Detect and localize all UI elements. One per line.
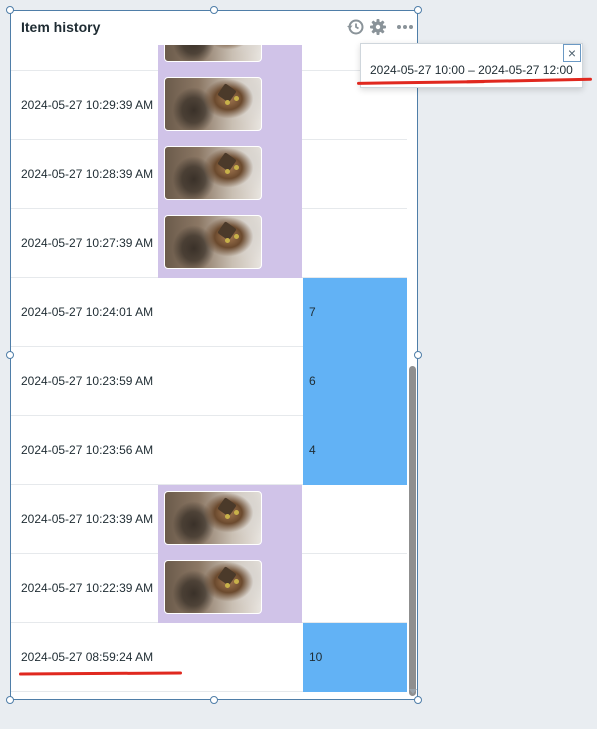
image-value-cell xyxy=(158,209,302,278)
resize-handle-bottom-right[interactable] xyxy=(414,696,422,704)
widget-title: Item history xyxy=(21,19,101,35)
numeric-value: 10 xyxy=(309,650,323,664)
cat-thumbnail-image[interactable] xyxy=(164,560,262,614)
resize-handle-top-right[interactable] xyxy=(414,6,422,14)
table-row: 2024-05-27 10:23:56 AM 4 xyxy=(11,416,407,485)
table-row: 2024-05-27 10:23:39 AM xyxy=(11,485,407,554)
row-timestamp: 2024-05-27 10:22:39 AM xyxy=(21,581,154,595)
numeric-value-cell: 7 xyxy=(303,278,407,347)
row-timestamp: 2024-05-27 10:29:39 AM xyxy=(21,98,154,112)
numeric-value-cell: 10 xyxy=(303,623,407,692)
resize-handle-bottom-left[interactable] xyxy=(6,696,14,704)
row-timestamp: 2024-05-27 10:24:01 AM xyxy=(21,305,154,319)
numeric-value: 4 xyxy=(309,443,316,457)
time-period-text: 2024-05-27 10:00 – 2024-05-27 12:00 xyxy=(370,63,573,77)
cat-thumbnail-image[interactable] xyxy=(164,215,262,269)
resize-handle-top[interactable] xyxy=(210,6,218,14)
scroll-down-arrow-icon[interactable] xyxy=(409,689,417,694)
numeric-value: 6 xyxy=(309,374,316,388)
row-timestamp: 2024-05-27 10:23:39 AM xyxy=(21,512,154,526)
resize-handle-right[interactable] xyxy=(414,351,422,359)
resize-handle-bottom[interactable] xyxy=(210,696,218,704)
table-row: 2024-05-27 10:27:39 AM xyxy=(11,209,407,278)
table-row: 2024-05-27 10:29:39 AM xyxy=(11,71,407,140)
table-row: 2024-05-27 10:23:59 AM 6 xyxy=(11,347,407,416)
table-row: 2024-05-27 10:22:39 AM xyxy=(11,554,407,623)
image-value-cell xyxy=(158,71,302,140)
cat-thumbnail-image[interactable] xyxy=(164,77,262,131)
cat-thumbnail-image[interactable] xyxy=(164,491,262,545)
history-list: 2024-05-27 10:29:39 AM 2024-05-27 10:28:3… xyxy=(11,11,407,692)
row-timestamp: 2024-05-27 10:23:56 AM xyxy=(21,443,154,457)
table-row: 2024-05-27 10:28:39 AM xyxy=(11,140,407,209)
resize-handle-top-left[interactable] xyxy=(6,6,14,14)
image-value-cell xyxy=(158,485,302,554)
numeric-value-cell: 4 xyxy=(303,416,407,485)
row-timestamp: 2024-05-27 10:27:39 AM xyxy=(21,236,154,250)
row-timestamp: 2024-05-27 08:59:24 AM xyxy=(21,650,154,664)
item-history-widget: 2024-05-27 10:29:39 AM 2024-05-27 10:28:3… xyxy=(10,10,418,700)
table-row: 2024-05-27 08:59:24 AM 10 xyxy=(11,623,407,692)
history-icon[interactable] xyxy=(344,16,366,38)
numeric-value: 7 xyxy=(309,305,316,319)
cat-thumbnail-image[interactable] xyxy=(164,146,262,200)
row-timestamp: 2024-05-27 10:23:59 AM xyxy=(21,374,154,388)
more-icon[interactable] xyxy=(394,16,416,38)
widget-header: Item history xyxy=(11,11,417,45)
image-value-cell xyxy=(158,140,302,209)
resize-handle-left[interactable] xyxy=(6,351,14,359)
row-timestamp: 2024-05-27 10:28:39 AM xyxy=(21,167,154,181)
numeric-value-cell: 6 xyxy=(303,347,407,416)
scrollbar-thumb[interactable] xyxy=(409,366,416,696)
close-icon[interactable]: × xyxy=(563,44,581,62)
image-value-cell xyxy=(158,554,302,623)
table-row: 2024-05-27 10:24:01 AM 7 xyxy=(11,278,407,347)
gear-icon[interactable] xyxy=(367,16,389,38)
